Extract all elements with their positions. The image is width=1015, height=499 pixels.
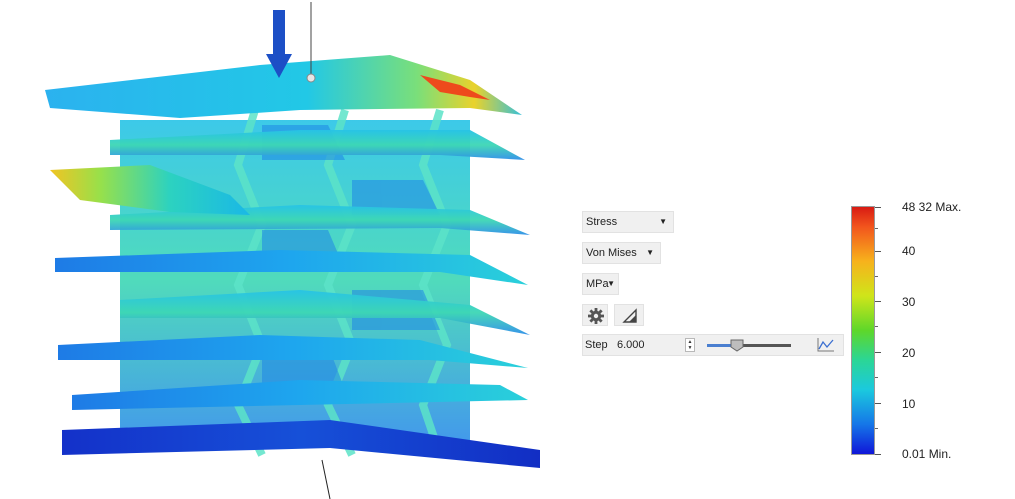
step-control: Step ▲ ▼: [582, 334, 844, 356]
legend-tick-label: 30: [902, 295, 916, 309]
legend-tick-label: 40: [902, 244, 916, 258]
triangle-icon: [622, 308, 637, 323]
legend-tick-label: 10: [902, 397, 916, 411]
stress-component-value: Von Mises: [586, 247, 637, 259]
legend-max-label: 48 32 Max.: [902, 200, 962, 214]
legend-minor-tick: [875, 428, 878, 429]
legend-tick-label: 20: [902, 346, 916, 360]
unit-dropdown[interactable]: MPa ▼: [582, 273, 619, 295]
graph-icon: [817, 338, 834, 352]
stress-legend-bar: [851, 206, 875, 455]
result-type-value: Stress: [586, 216, 618, 228]
stress-component-dropdown[interactable]: Von Mises ▼: [582, 242, 661, 264]
model-viewport[interactable]: [0, 0, 560, 499]
legend-minor-tick: [875, 377, 878, 378]
result-type-dropdown[interactable]: Stress ▼: [582, 211, 674, 233]
legend-minor-tick: [875, 276, 878, 277]
legend-minor-tick: [875, 228, 878, 229]
legend-minor-tick: [875, 326, 878, 327]
unit-value: MPa: [586, 278, 609, 290]
probe-line-bottom: [321, 459, 331, 499]
step-slider[interactable]: [707, 339, 791, 352]
chevron-down-icon: ▼: [659, 217, 667, 226]
settings-button[interactable]: [582, 304, 608, 326]
legend-tick: [875, 251, 881, 252]
step-label: Step: [585, 339, 608, 351]
deformation-button[interactable]: [614, 304, 644, 326]
legend-tick: [875, 454, 881, 455]
spinner-down-icon[interactable]: ▼: [686, 345, 694, 351]
graph-button[interactable]: [815, 336, 837, 354]
legend-tick: [875, 301, 881, 302]
legend-tick: [875, 403, 881, 404]
legend-tick: [875, 352, 881, 353]
step-spinner[interactable]: ▲ ▼: [685, 338, 695, 352]
gear-icon: [588, 308, 604, 324]
chevron-down-icon: ▼: [646, 248, 654, 257]
step-slider-thumb[interactable]: [730, 339, 744, 352]
chevron-down-icon: ▼: [607, 279, 615, 288]
legend-min-label: 0.01 Min.: [902, 447, 952, 461]
probe-point: [306, 73, 316, 83]
legend-tick: [875, 207, 881, 208]
step-input[interactable]: [615, 337, 687, 353]
